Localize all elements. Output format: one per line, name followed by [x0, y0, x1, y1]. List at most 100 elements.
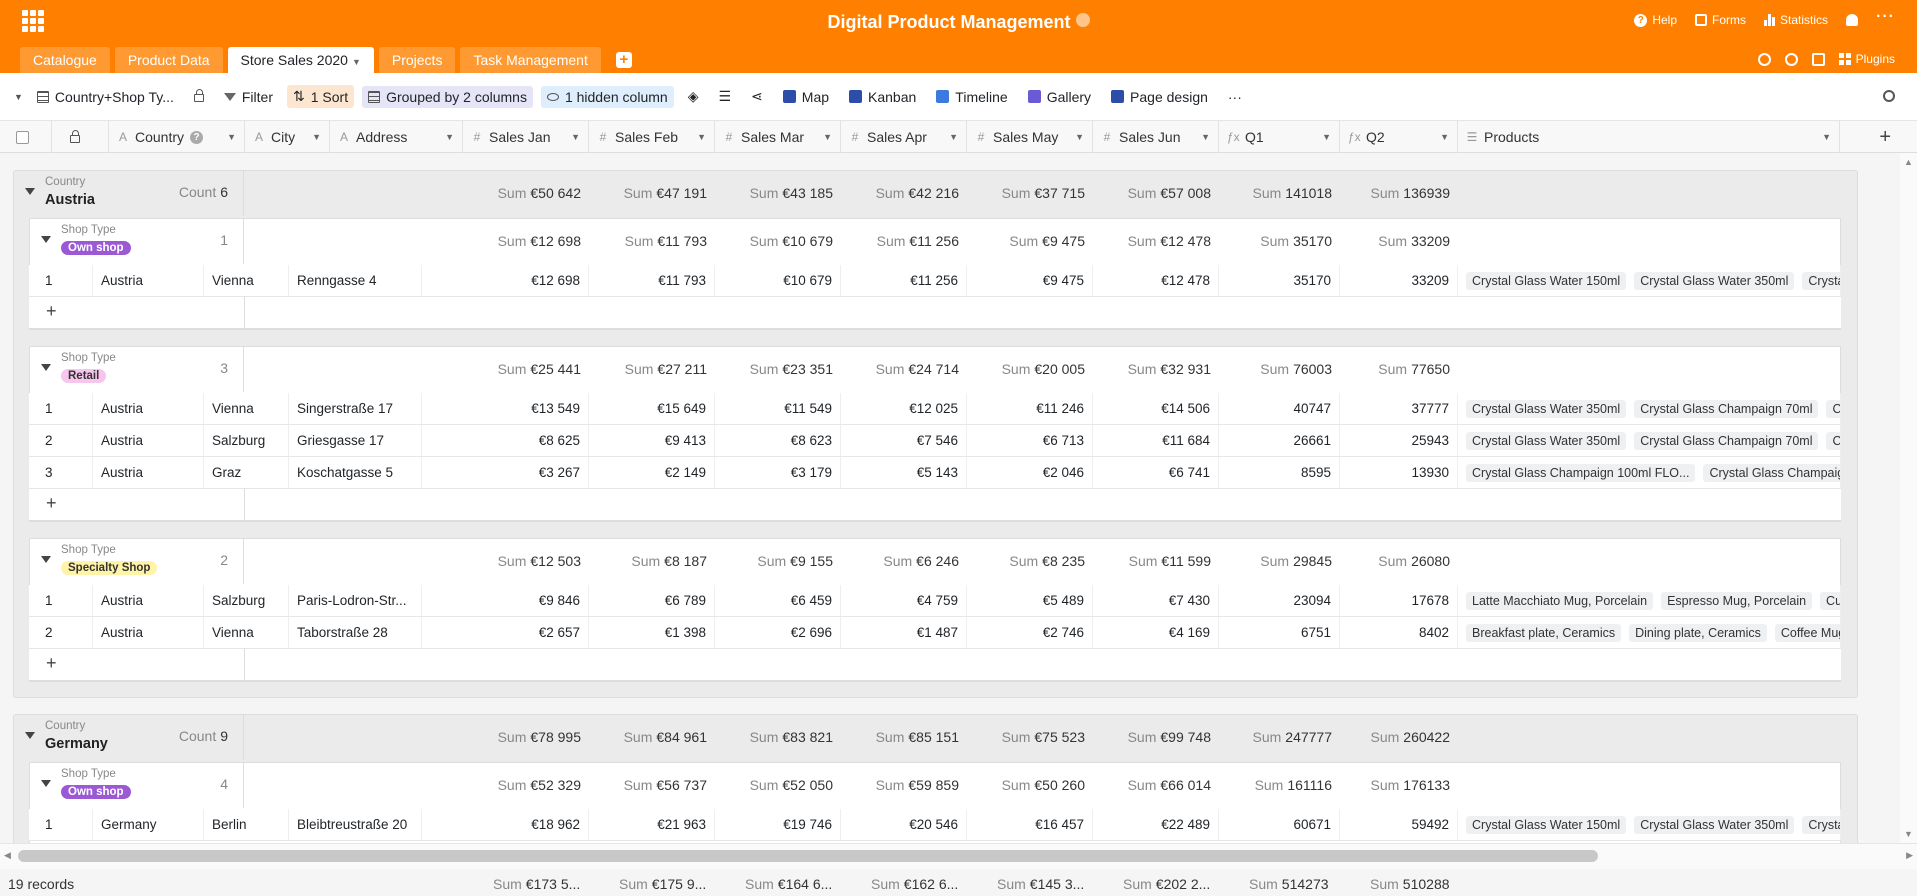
- column-header-country[interactable]: A Country? ▼: [109, 121, 245, 153]
- cell-value[interactable]: €2 657: [463, 617, 589, 648]
- sort-button[interactable]: ⇅ 1 Sort: [287, 85, 355, 108]
- cell-products[interactable]: Crystal Glass Champaign 100ml FLO... Crys…: [1458, 457, 1841, 488]
- cell-value[interactable]: €10 679: [715, 265, 841, 296]
- product-chip[interactable]: Crystal Glass Water 350ml: [1466, 399, 1627, 418]
- product-chip[interactable]: Crystal Glass Water 350ml: [1634, 271, 1795, 290]
- row-number[interactable]: 2: [29, 425, 93, 456]
- search-icon[interactable]: [1883, 90, 1895, 102]
- cell-value[interactable]: €4 759: [841, 585, 967, 616]
- cell-value[interactable]: 6751: [1219, 617, 1340, 648]
- cell-city[interactable]: Salzburg: [204, 585, 289, 616]
- cell-value[interactable]: 17678: [1340, 585, 1458, 616]
- table-row[interactable]: 3 Austria Graz Koschatgasse 5 €3 267 €2 149 €3…: [29, 457, 1841, 489]
- cell-value[interactable]: 60671: [1219, 809, 1340, 840]
- cell-value[interactable]: €2 149: [589, 457, 715, 488]
- cell-address[interactable]: Singerstraße 17: [289, 393, 422, 424]
- cell-country[interactable]: Austria: [93, 457, 204, 488]
- column-header-sales-jun[interactable]: # Sales Jun ▼: [1093, 121, 1219, 153]
- product-chip[interactable]: Crystal Glass Champaign: [1703, 463, 1840, 482]
- cell-value[interactable]: €4 169: [1093, 617, 1219, 648]
- api-icon[interactable]: [1811, 52, 1825, 66]
- cell-value[interactable]: €11 793: [589, 265, 715, 296]
- shoptype-group-header[interactable]: Shop Type Own shop 4 Sum €52 329 Sum €56 73…: [13, 762, 1858, 808]
- cell-value[interactable]: €3 267: [463, 457, 589, 488]
- collapse-subgroup-icon[interactable]: [41, 556, 51, 563]
- cell-address[interactable]: Koschatgasse 5: [289, 457, 422, 488]
- cell-products[interactable]: Crystal Glass Water 350ml Crystal Glass C…: [1458, 393, 1841, 424]
- cell-value[interactable]: €8 623: [715, 425, 841, 456]
- cell-products[interactable]: Latte Macchiato Mug, Porcelain Espresso M…: [1458, 585, 1841, 616]
- cell-value[interactable]: €6 459: [715, 585, 841, 616]
- cell-value[interactable]: €16 457: [967, 809, 1093, 840]
- help-button[interactable]: ? Help: [1634, 13, 1677, 27]
- column-menu-icon[interactable]: ▼: [697, 132, 706, 142]
- product-chip[interactable]: Breakfast plate, Ceramics: [1466, 623, 1622, 642]
- tab-projects[interactable]: Projects: [378, 47, 456, 73]
- cell-value[interactable]: €9 846: [463, 585, 589, 616]
- column-menu-icon[interactable]: ▼: [1201, 132, 1210, 142]
- cell-city[interactable]: Graz: [204, 457, 289, 488]
- vertical-scrollbar[interactable]: ▲ ▼: [1900, 153, 1917, 843]
- history-icon[interactable]: [1784, 52, 1798, 66]
- product-chip[interactable]: Coffee Mug: [1774, 623, 1840, 642]
- product-chip[interactable]: Espresso Mug, Porcelain: [1661, 591, 1813, 610]
- cell-value[interactable]: €11 684: [1093, 425, 1219, 456]
- share-view-button[interactable]: ⋖: [745, 85, 769, 108]
- cell-value[interactable]: €6 741: [1093, 457, 1219, 488]
- cell-value[interactable]: €22 489: [1093, 809, 1219, 840]
- cell-value[interactable]: 59492: [1340, 809, 1458, 840]
- cell-products[interactable]: Crystal Glass Water 350ml Crystal Glass C…: [1458, 425, 1841, 456]
- column-header-address[interactable]: A Address ▼: [330, 121, 463, 153]
- cell-value[interactable]: €11 246: [967, 393, 1093, 424]
- scroll-right-icon[interactable]: ▶: [1906, 850, 1913, 861]
- shoptype-group-header[interactable]: Shop Type Specialty Shop 2 Sum €12 503 Sum…: [13, 538, 1858, 584]
- cell-value[interactable]: €1 487: [841, 617, 967, 648]
- cell-value[interactable]: €8 625: [463, 425, 589, 456]
- product-chip[interactable]: Crystal Glass Water 350ml: [1466, 431, 1627, 450]
- cell-products[interactable]: Crystal Glass Water 150ml Crystal Glass W…: [1458, 265, 1841, 296]
- tab-task-management[interactable]: Task Management: [460, 47, 601, 73]
- table-row[interactable]: 1 Austria Vienna Singerstraße 17 €13 549 €15 …: [29, 393, 1841, 425]
- filter-button[interactable]: Filter: [218, 86, 279, 108]
- column-menu-icon[interactable]: ▼: [571, 132, 580, 142]
- group-button[interactable]: Grouped by 2 columns: [362, 85, 533, 108]
- country-group-header[interactable]: Country Austria Count 6 Sum €50 642 Sum €47 …: [13, 170, 1858, 216]
- column-menu-icon[interactable]: ▼: [1075, 132, 1084, 142]
- cell-value[interactable]: €5 143: [841, 457, 967, 488]
- scroll-left-icon[interactable]: ◀: [4, 850, 11, 861]
- cell-address[interactable]: Taborstraße 28: [289, 617, 422, 648]
- cell-value[interactable]: €13 549: [463, 393, 589, 424]
- product-chip[interactable]: Crystal Glass Water 150ml: [1466, 815, 1627, 834]
- cell-value[interactable]: €19 746: [715, 809, 841, 840]
- cell-value[interactable]: €20 546: [841, 809, 967, 840]
- kanban-plugin-button[interactable]: Kanban: [843, 86, 922, 108]
- cell-products[interactable]: Crystal Glass Water 150ml Crystal Glass W…: [1458, 809, 1841, 840]
- shoptype-group-header[interactable]: Shop Type Retail 3 Sum €25 441 Sum €27 211 S…: [13, 346, 1858, 392]
- forms-button[interactable]: Forms: [1695, 13, 1746, 27]
- map-plugin-button[interactable]: Map: [777, 86, 835, 108]
- product-chip[interactable]: Crystal Glass: [1802, 815, 1840, 834]
- cell-value[interactable]: €2 746: [967, 617, 1093, 648]
- row-height-button[interactable]: ☰: [712, 85, 737, 108]
- cell-value[interactable]: €12 698: [463, 265, 589, 296]
- cell-value[interactable]: €5 489: [967, 585, 1093, 616]
- notifications-button[interactable]: [1846, 14, 1859, 26]
- cell-value[interactable]: €15 649: [589, 393, 715, 424]
- cell-value[interactable]: €11 256: [841, 265, 967, 296]
- horizontal-scrollbar[interactable]: ◀ ▶: [0, 843, 1917, 869]
- tab-product-data[interactable]: Product Data: [114, 47, 223, 73]
- column-menu-icon[interactable]: ▼: [1322, 132, 1331, 142]
- scroll-up-icon[interactable]: ▲: [1904, 157, 1913, 167]
- cell-country[interactable]: Germany: [93, 809, 204, 840]
- cell-city[interactable]: Vienna: [204, 617, 289, 648]
- column-menu-icon[interactable]: ▼: [1440, 132, 1449, 142]
- cell-address[interactable]: Griesgasse 17: [289, 425, 422, 456]
- cell-value[interactable]: €12 025: [841, 393, 967, 424]
- cell-value[interactable]: 23094: [1219, 585, 1340, 616]
- product-chip[interactable]: Crystal: [1826, 399, 1840, 418]
- collapse-subgroup-icon[interactable]: [41, 236, 51, 243]
- column-header-sales-jan[interactable]: # Sales Jan ▼: [463, 121, 589, 153]
- tab-dropdown-icon[interactable]: ▼: [352, 49, 361, 75]
- product-chip[interactable]: Crystal Glass Water 150ml: [1466, 271, 1627, 290]
- product-chip[interactable]: Crystal Glass Champaign 70ml: [1634, 399, 1819, 418]
